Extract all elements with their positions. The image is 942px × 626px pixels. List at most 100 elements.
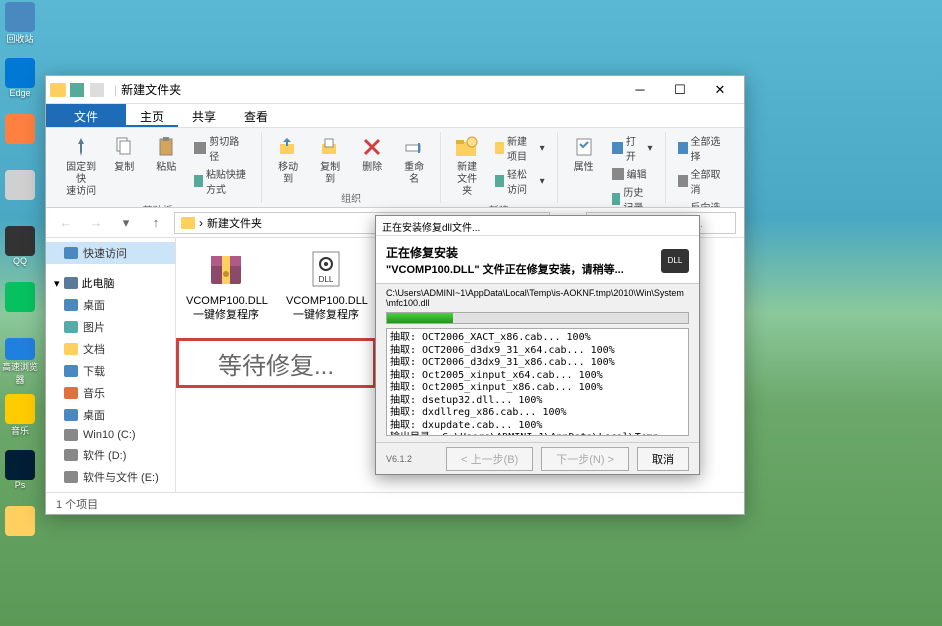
desktop-icon-music[interactable]: 音乐	[2, 394, 38, 442]
group-label: 组织	[341, 190, 361, 205]
paste-shortcut-button[interactable]: 粘贴快捷方式	[190, 165, 253, 197]
log-line: 抽取: OCT2006_XACT_x86.cab... 100%	[390, 332, 685, 345]
desktop-icon-wechat[interactable]	[2, 282, 38, 330]
back-button[interactable]: < 上一步(B)	[446, 447, 533, 471]
desktop-icon-folder[interactable]	[2, 506, 38, 554]
desktop-icon-edge[interactable]: Edge	[2, 58, 38, 106]
drive-icon	[64, 409, 78, 421]
up-button[interactable]: ↑	[144, 211, 168, 235]
cancel-button[interactable]: 取消	[637, 447, 689, 471]
desktop-icon-app2[interactable]	[2, 170, 38, 218]
next-button[interactable]: 下一步(N) >	[541, 447, 629, 471]
desktop-icon-ps[interactable]: Ps	[2, 450, 38, 498]
qat-properties-icon[interactable]	[70, 83, 84, 97]
history-button[interactable]: 历史记录	[608, 183, 657, 208]
select-all-button[interactable]: 全部选择	[674, 132, 729, 164]
desktop-icon-recycle-bin[interactable]: 回收站	[2, 2, 38, 50]
star-icon	[64, 247, 78, 259]
current-file-path: C:\Users\ADMINI~1\AppData\Local\Temp\is-…	[376, 284, 699, 310]
log-line: 抽取: OCT2006_d3dx9_31_x86.cab... 100%	[390, 357, 685, 370]
select-none-button[interactable]: 全部取消	[674, 165, 729, 197]
sidebar-item[interactable]: 桌面	[46, 404, 175, 426]
folder-icon	[50, 83, 66, 97]
desktop-icon-browser[interactable]: 高速浏览器	[2, 338, 38, 386]
install-log[interactable]: 抽取: OCT2006_XACT_x86.cab... 100%抽取: OCT2…	[386, 328, 689, 436]
tab-share[interactable]: 共享	[178, 104, 230, 127]
breadcrumb[interactable]: 新建文件夹	[207, 215, 262, 231]
sidebar-quick-access[interactable]: 快速访问	[46, 242, 175, 264]
sidebar-item[interactable]: 图片	[46, 316, 175, 338]
log-line: 抽取: Oct2005_xinput_x86.cab... 100%	[390, 382, 685, 395]
sidebar: 快速访问 ▾此电脑 桌面图片文档下载音乐桌面Win10 (C:)软件 (D:)软…	[46, 238, 176, 492]
separator: |	[114, 83, 117, 97]
sidebar-item[interactable]: 音乐	[46, 382, 175, 404]
drive-icon	[64, 365, 78, 377]
file-name: VCOMP100.DLL一键修复程序	[186, 294, 266, 323]
desktop-icon-qq[interactable]: QQ	[2, 226, 38, 274]
sidebar-item[interactable]: 文档	[46, 338, 175, 360]
file-icon: DLL	[305, 248, 347, 290]
installer-header: 正在修复安装 "VCOMP100.DLL" 文件正在修复安装，请稍等... DL…	[376, 236, 699, 284]
drive-icon	[64, 471, 78, 483]
sidebar-items: 桌面图片文档下载音乐桌面Win10 (C:)软件 (D:)软件与文件 (E:)我…	[46, 294, 175, 492]
log-line: 抽取: dxupdate.cab... 100%	[390, 420, 685, 433]
new-item-button[interactable]: 新建项目 ▾	[491, 132, 549, 164]
delete-button[interactable]: 删除	[354, 132, 390, 176]
svg-text:DLL: DLL	[319, 275, 334, 284]
folder-icon	[181, 217, 195, 229]
file-item[interactable]: VCOMP100.DLL一键修复程序	[186, 248, 266, 323]
dll-icon: DLL	[661, 249, 689, 273]
drive-icon	[64, 321, 78, 333]
file-item[interactable]: DLLVCOMP100.DLL一键修复程序	[286, 248, 366, 323]
recent-button[interactable]: ▾	[114, 211, 138, 235]
maximize-button[interactable]: ☐	[660, 77, 700, 103]
sidebar-item[interactable]: 下载	[46, 360, 175, 382]
sidebar-item[interactable]: 软件 (D:)	[46, 444, 175, 466]
installer-footer: V6.1.2 < 上一步(B) 下一步(N) > 取消	[376, 442, 699, 474]
drive-icon	[64, 449, 78, 461]
open-button[interactable]: 打开 ▾	[608, 132, 657, 164]
easy-access-button[interactable]: 轻松访问 ▾	[491, 165, 549, 197]
log-line: 抽取: dsetup32.dll... 100%	[390, 395, 685, 408]
rename-button[interactable]: 重命名	[396, 132, 432, 188]
copyto-button[interactable]: 复制到	[312, 132, 348, 188]
paste-button[interactable]: 粘贴	[148, 132, 184, 176]
select-invert-button[interactable]: 反向选择	[674, 198, 729, 208]
sidebar-this-pc[interactable]: ▾此电脑	[46, 272, 175, 294]
back-button[interactable]: ←	[54, 211, 78, 235]
status-bar: 1 个项目	[46, 492, 744, 514]
installer-heading: 正在修复安装	[386, 244, 653, 261]
drive-icon	[64, 343, 78, 355]
window-title: 新建文件夹	[121, 81, 620, 98]
quick-access-toolbar	[70, 83, 104, 97]
sidebar-item[interactable]: 桌面	[46, 294, 175, 316]
cut-button[interactable]: 剪切路径	[190, 132, 253, 164]
log-line: 抽取: dxdllreg_x86.cab... 100%	[390, 407, 685, 420]
qat-new-icon[interactable]	[90, 83, 104, 97]
forward-button[interactable]: →	[84, 211, 108, 235]
tab-home[interactable]: 主页	[126, 104, 178, 127]
copy-button[interactable]: 复制	[106, 132, 142, 176]
item-count: 1 个项目	[56, 496, 98, 512]
sidebar-item[interactable]: 软件与文件 (E:)	[46, 466, 175, 488]
tab-file[interactable]: 文件	[46, 104, 126, 127]
sidebar-item[interactable]: Win10 (C:)	[46, 426, 175, 444]
tab-view[interactable]: 查看	[230, 104, 282, 127]
version-label: V6.1.2	[386, 454, 438, 464]
close-button[interactable]: ✕	[700, 77, 740, 103]
pc-icon	[64, 277, 78, 289]
ribbon: 固定到快速访问 复制 粘贴 剪切路径 粘贴快捷方式 剪贴板 移动到 复制到 删除…	[46, 128, 744, 208]
new-folder-button[interactable]: 新建文件夹	[449, 132, 485, 200]
pin-button[interactable]: 固定到快速访问	[62, 132, 100, 200]
desktop-icon-app1[interactable]	[2, 114, 38, 162]
properties-button[interactable]: 属性	[566, 132, 602, 176]
installer-subheading: "VCOMP100.DLL" 文件正在修复安装，请稍等...	[386, 261, 653, 277]
moveto-button[interactable]: 移动到	[270, 132, 306, 188]
annotation-label: 等待修复...	[176, 338, 376, 388]
minimize-button[interactable]: ─	[620, 77, 660, 103]
log-line: 输出目录: C:\Users\ADMINI~1\AppData\Local\Te…	[390, 432, 685, 436]
edit-button[interactable]: 编辑	[608, 165, 657, 182]
drive-icon	[64, 387, 78, 399]
log-line: 抽取: OCT2006_d3dx9_31_x64.cab... 100%	[390, 345, 685, 358]
installer-title: 正在安装修复dll文件...	[376, 216, 699, 236]
